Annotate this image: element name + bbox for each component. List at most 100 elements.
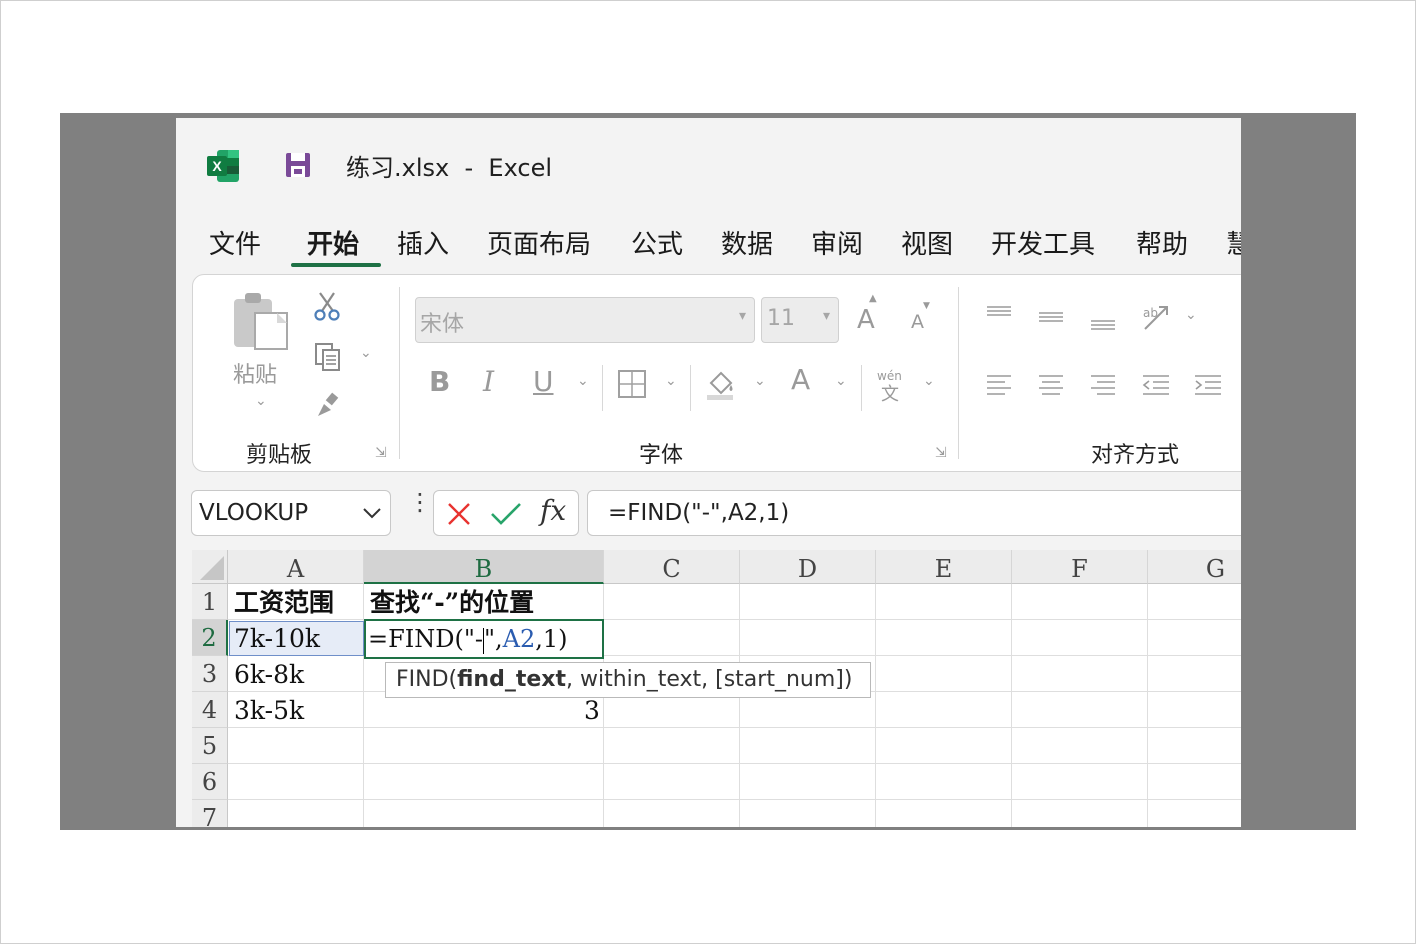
active-tab-indicator bbox=[291, 263, 381, 267]
tooltip-function[interactable]: FIND( bbox=[396, 667, 457, 692]
underline-dropdown-icon[interactable]: ⌄ bbox=[577, 373, 589, 389]
top-align-icon[interactable] bbox=[985, 305, 1013, 319]
column-header-d[interactable]: D bbox=[740, 550, 876, 584]
align-right-icon[interactable] bbox=[1089, 373, 1117, 397]
align-center-icon[interactable] bbox=[1037, 373, 1065, 397]
copy-dropdown-icon[interactable]: ⌄ bbox=[360, 345, 372, 361]
orientation-icon[interactable]: ab bbox=[1139, 301, 1173, 335]
grow-font-caret: ▲ bbox=[869, 293, 877, 304]
gridline bbox=[228, 799, 1241, 800]
phonetic-dropdown-icon[interactable]: ⌄ bbox=[923, 373, 935, 389]
borders-icon[interactable] bbox=[617, 369, 647, 399]
cancel-icon[interactable] bbox=[446, 501, 472, 527]
tab-developer[interactable]: 开发工具 bbox=[991, 224, 1095, 261]
font-color-icon[interactable]: A bbox=[791, 363, 810, 396]
cell-a4[interactable]: 3k-5k bbox=[234, 692, 304, 728]
phonetic-guide-icon[interactable]: 文 bbox=[881, 380, 899, 406]
paste-label[interactable]: 粘贴 bbox=[233, 357, 277, 389]
decrease-indent-icon[interactable] bbox=[1141, 373, 1171, 397]
font-size-value: 11 bbox=[767, 306, 795, 331]
clipboard-launcher-icon[interactable]: ⇲ bbox=[375, 445, 387, 461]
function-tooltip[interactable]: FIND(find_text, within_text, [start_num]… bbox=[385, 662, 871, 698]
enter-icon[interactable] bbox=[490, 501, 522, 527]
grow-font-icon[interactable]: A bbox=[857, 305, 875, 335]
tab-data[interactable]: 数据 bbox=[721, 224, 773, 261]
gridline bbox=[1147, 584, 1148, 827]
app-name: Excel bbox=[488, 154, 552, 182]
column-header-a[interactable]: A bbox=[228, 550, 364, 584]
orientation-dropdown-icon[interactable]: ⌄ bbox=[1185, 307, 1197, 323]
font-color-dropdown-icon[interactable]: ⌄ bbox=[835, 373, 847, 389]
copy-icon[interactable] bbox=[314, 342, 342, 372]
cell-a2[interactable]: 7k-10k bbox=[234, 620, 320, 656]
tab-more[interactable]: 慧 bbox=[1226, 224, 1241, 261]
cell-a3[interactable]: 6k-8k bbox=[234, 656, 304, 692]
font-divider bbox=[602, 365, 603, 411]
row-header-2[interactable]: 2 bbox=[192, 620, 228, 656]
column-header-b[interactable]: B bbox=[364, 550, 604, 584]
name-box-value: VLOOKUP bbox=[199, 500, 309, 526]
edit-text-part: =FIND("- bbox=[368, 625, 483, 653]
row-header-1[interactable]: 1 bbox=[192, 584, 228, 620]
tab-home[interactable]: 开始 bbox=[307, 224, 359, 261]
shrink-font-caret: ▼ bbox=[923, 301, 930, 311]
font-name-value: 宋体 bbox=[420, 312, 465, 337]
cell-b1[interactable]: 查找“-”的位置 bbox=[370, 584, 534, 620]
bottom-align-icon[interactable] bbox=[1089, 319, 1117, 333]
formula-actions: fx bbox=[433, 490, 579, 536]
row-header-4[interactable]: 4 bbox=[192, 692, 228, 728]
italic-button[interactable]: I bbox=[483, 365, 494, 398]
name-box[interactable]: VLOOKUP bbox=[191, 490, 391, 536]
column-header-f[interactable]: F bbox=[1012, 550, 1148, 584]
tab-file[interactable]: 文件 bbox=[209, 224, 261, 261]
tab-review[interactable]: 审阅 bbox=[811, 224, 863, 261]
active-cell-b2[interactable]: =FIND("-",A2,1) bbox=[364, 619, 604, 659]
fill-color-icon[interactable] bbox=[703, 367, 737, 401]
edit-reference: A2 bbox=[502, 625, 536, 653]
tab-page-layout[interactable]: 页面布局 bbox=[487, 224, 591, 261]
tooltip-other-args: , within_text, [start_num]) bbox=[566, 667, 853, 692]
tooltip-current-arg[interactable]: find_text bbox=[457, 667, 566, 692]
save-icon[interactable] bbox=[285, 152, 311, 178]
cell-a1[interactable]: 工资范围 bbox=[234, 584, 334, 620]
tab-insert[interactable]: 插入 bbox=[397, 224, 449, 261]
window-title: 练习.xlsx - Excel bbox=[346, 148, 552, 183]
middle-align-icon[interactable] bbox=[1037, 311, 1065, 325]
borders-dropdown-icon[interactable]: ⌄ bbox=[665, 373, 677, 389]
underline-button[interactable]: U bbox=[533, 365, 554, 398]
row-header-5[interactable]: 5 bbox=[192, 728, 228, 764]
bold-button[interactable]: B bbox=[429, 365, 450, 398]
paste-icon[interactable] bbox=[231, 291, 293, 353]
formula-text: =FIND("-",A2,1) bbox=[608, 500, 790, 526]
cut-icon[interactable] bbox=[313, 291, 343, 321]
column-header-e[interactable]: E bbox=[876, 550, 1012, 584]
tab-view[interactable]: 视图 bbox=[901, 224, 953, 261]
excel-logo-icon: X bbox=[207, 150, 239, 182]
select-all-button[interactable] bbox=[192, 550, 228, 584]
font-size-select[interactable]: 11 ▾ bbox=[761, 297, 839, 343]
align-left-icon[interactable] bbox=[985, 373, 1013, 397]
format-painter-icon[interactable] bbox=[314, 392, 342, 420]
title-separator: - bbox=[464, 154, 474, 182]
column-header-g[interactable]: G bbox=[1148, 550, 1241, 584]
fill-color-dropdown-icon[interactable]: ⌄ bbox=[754, 373, 766, 389]
row-header-7[interactable]: 7 bbox=[192, 800, 228, 827]
font-name-select[interactable]: 宋体 ▾ bbox=[415, 297, 755, 343]
paste-dropdown-icon[interactable]: ⌄ bbox=[255, 393, 267, 409]
column-header-c[interactable]: C bbox=[604, 550, 740, 584]
shrink-font-icon[interactable]: A bbox=[911, 311, 924, 333]
gridline bbox=[739, 584, 740, 827]
font-launcher-icon[interactable]: ⇲ bbox=[935, 445, 947, 461]
tab-formulas[interactable]: 公式 bbox=[631, 224, 683, 261]
row-header-3[interactable]: 3 bbox=[192, 656, 228, 692]
row-header-6[interactable]: 6 bbox=[192, 764, 228, 800]
cell-editor[interactable]: =FIND("-",A2,1) bbox=[368, 621, 568, 657]
formula-input[interactable]: =FIND("-",A2,1) bbox=[587, 490, 1241, 536]
font-divider bbox=[861, 365, 862, 411]
increase-indent-icon[interactable] bbox=[1193, 373, 1223, 397]
tab-help[interactable]: 帮助 bbox=[1136, 224, 1188, 261]
chevron-down-icon[interactable] bbox=[362, 506, 382, 520]
more-options-icon[interactable]: ⋮ bbox=[408, 490, 432, 514]
insert-function-icon[interactable]: fx bbox=[540, 494, 566, 527]
excel-window: X 练习.xlsx - Excel 文件 开始 插入 页面布局 公式 数据 审阅… bbox=[176, 118, 1241, 827]
